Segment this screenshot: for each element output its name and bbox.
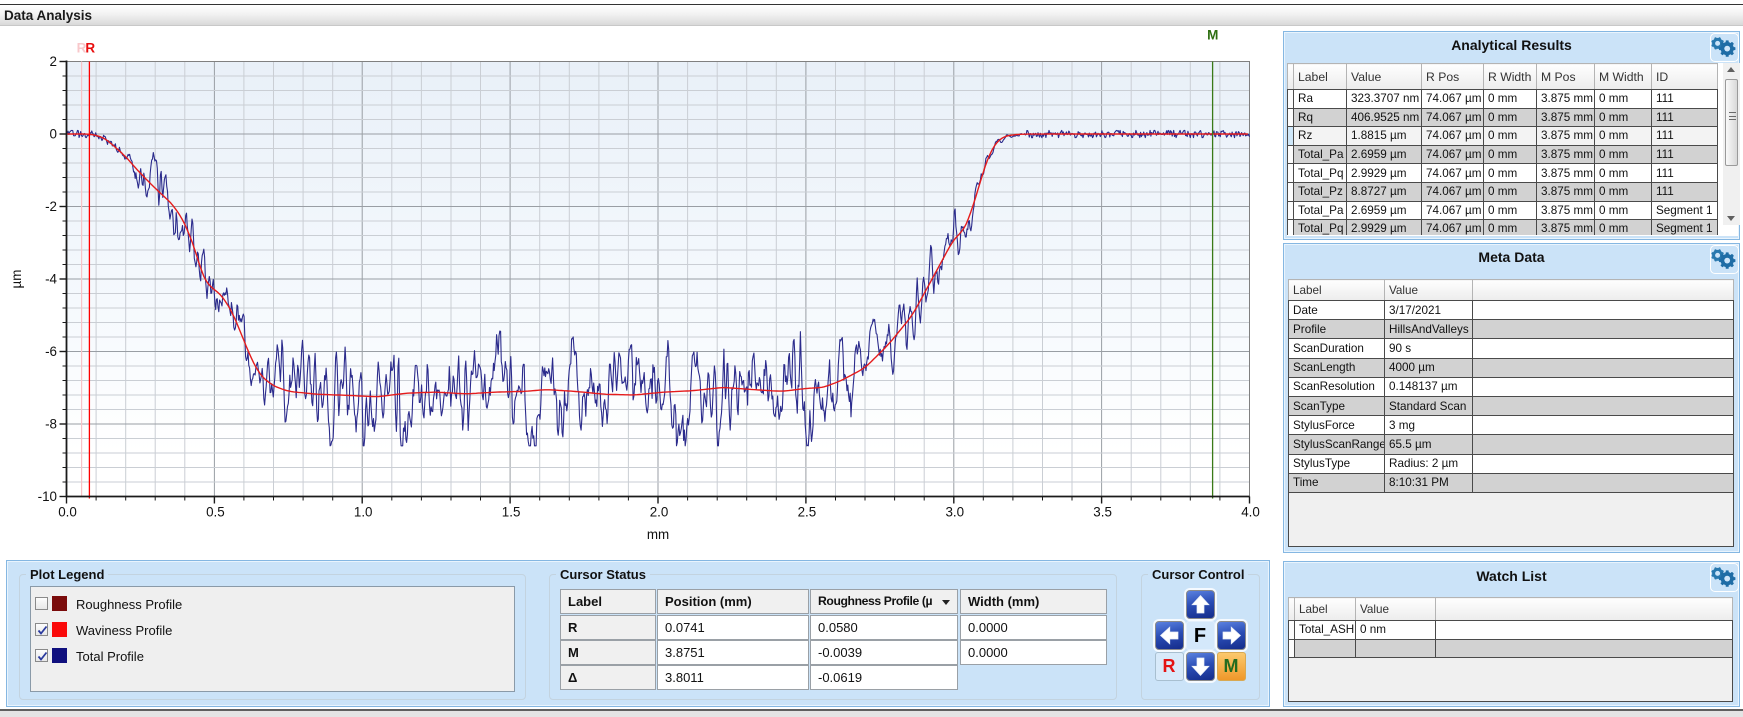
svg-text:-8: -8 [45, 417, 57, 432]
svg-text:0.5: 0.5 [206, 505, 225, 520]
svg-text:4.0: 4.0 [1241, 505, 1260, 520]
svg-text:2.5: 2.5 [798, 505, 817, 520]
svg-text:2: 2 [50, 54, 57, 69]
svg-text:M: M [1207, 28, 1218, 43]
svg-text:3.0: 3.0 [945, 505, 964, 520]
svg-text:1.0: 1.0 [354, 505, 373, 520]
svg-text:3.5: 3.5 [1093, 505, 1112, 520]
svg-text:mm: mm [647, 527, 669, 542]
svg-text:1.5: 1.5 [502, 505, 521, 520]
svg-text:-6: -6 [45, 344, 57, 359]
svg-text:µm: µm [9, 270, 24, 289]
svg-text:-4: -4 [45, 272, 57, 287]
svg-text:0.0: 0.0 [58, 505, 77, 520]
svg-text:0: 0 [50, 127, 57, 142]
svg-text:-10: -10 [38, 489, 57, 504]
svg-text:2.0: 2.0 [650, 505, 669, 520]
svg-text:-2: -2 [45, 199, 57, 214]
svg-text:R: R [85, 41, 95, 56]
